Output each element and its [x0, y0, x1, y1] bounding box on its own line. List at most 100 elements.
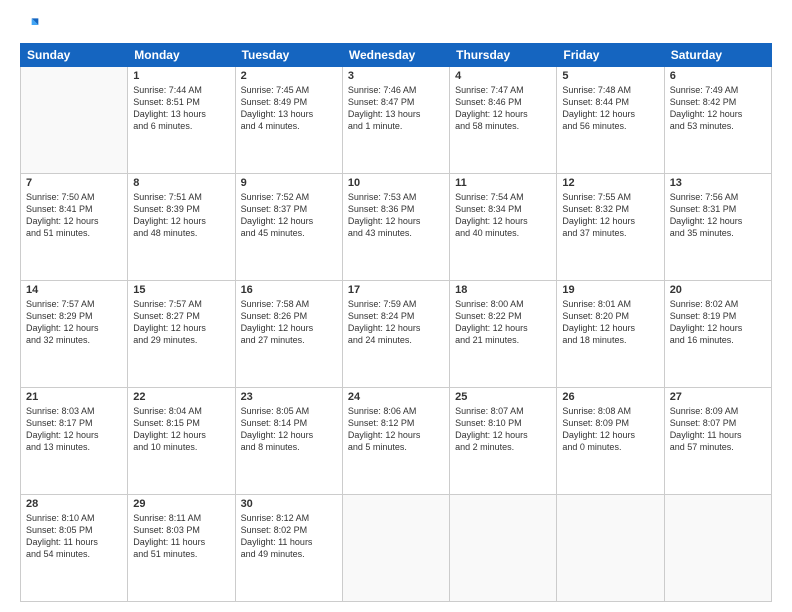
- cell-info: Sunrise: 8:04 AM Sunset: 8:15 PM Dayligh…: [133, 405, 229, 454]
- day-number: 18: [455, 284, 551, 296]
- cell-info: Sunrise: 8:12 AM Sunset: 8:02 PM Dayligh…: [241, 512, 337, 561]
- cell-info: Sunrise: 7:44 AM Sunset: 8:51 PM Dayligh…: [133, 84, 229, 133]
- calendar-header-thursday: Thursday: [450, 44, 557, 67]
- calendar-cell: 14Sunrise: 7:57 AM Sunset: 8:29 PM Dayli…: [21, 281, 128, 388]
- calendar-cell: 9 Sunrise: 7:52 AM Sunset: 8:37 PM Daylig…: [235, 174, 342, 281]
- calendar-cell: 30 Sunrise: 8:12 AM Sunset: 8:02 PM Dayli…: [235, 495, 342, 602]
- header: [20, 15, 772, 35]
- day-number: 25: [455, 391, 551, 403]
- cell-info: Sunrise: 7:56 AM Sunset: 8:31 PM Dayligh…: [670, 191, 766, 240]
- calendar-cell: [21, 67, 128, 174]
- day-number: 22: [133, 391, 229, 403]
- cell-info: Sunrise: 7:53 AM Sunset: 8:36 PM Dayligh…: [348, 191, 444, 240]
- cell-info: Sunrise: 7:57 AM Sunset: 8:27 PM Dayligh…: [133, 298, 229, 347]
- calendar-cell: 25 Sunrise: 8:07 AM Sunset: 8:10 PM Dayli…: [450, 388, 557, 495]
- cell-info: Sunrise: 8:09 AM Sunset: 8:07 PM Dayligh…: [670, 405, 766, 454]
- day-number: 1: [133, 70, 229, 82]
- day-number: 28: [26, 498, 122, 510]
- cell-info: Sunrise: 8:02 AM Sunset: 8:19 PM Dayligh…: [670, 298, 766, 347]
- calendar-cell: 8 Sunrise: 7:51 AM Sunset: 8:39 PM Daylig…: [128, 174, 235, 281]
- logo-icon: [20, 15, 40, 35]
- day-number: 23: [241, 391, 337, 403]
- calendar-week-row: 1 Sunrise: 7:44 AM Sunset: 8:51 PM Daylig…: [21, 67, 772, 174]
- cell-info: Sunrise: 7:46 AM Sunset: 8:47 PM Dayligh…: [348, 84, 444, 133]
- cell-info: Sunrise: 8:08 AM Sunset: 8:09 PM Dayligh…: [562, 405, 658, 454]
- calendar-week-row: 14Sunrise: 7:57 AM Sunset: 8:29 PM Dayli…: [21, 281, 772, 388]
- cell-info: Sunrise: 7:45 AM Sunset: 8:49 PM Dayligh…: [241, 84, 337, 133]
- cell-info: Sunrise: 8:06 AM Sunset: 8:12 PM Dayligh…: [348, 405, 444, 454]
- calendar-week-row: 21Sunrise: 8:03 AM Sunset: 8:17 PM Dayli…: [21, 388, 772, 495]
- calendar-cell: 18 Sunrise: 8:00 AM Sunset: 8:22 PM Dayli…: [450, 281, 557, 388]
- cell-info: Sunrise: 8:05 AM Sunset: 8:14 PM Dayligh…: [241, 405, 337, 454]
- day-number: 17: [348, 284, 444, 296]
- day-number: 5: [562, 70, 658, 82]
- calendar-header-saturday: Saturday: [664, 44, 771, 67]
- calendar-cell: 28 Sunrise: 8:10 AM Sunset: 8:05 PM Dayli…: [21, 495, 128, 602]
- calendar-cell: 21Sunrise: 8:03 AM Sunset: 8:17 PM Dayli…: [21, 388, 128, 495]
- calendar-cell: 22 Sunrise: 8:04 AM Sunset: 8:15 PM Dayli…: [128, 388, 235, 495]
- day-number: 11: [455, 177, 551, 189]
- cell-info: Sunrise: 7:47 AM Sunset: 8:46 PM Dayligh…: [455, 84, 551, 133]
- calendar-header-row: SundayMondayTuesdayWednesdayThursdayFrid…: [21, 44, 772, 67]
- calendar-week-row: 28 Sunrise: 8:10 AM Sunset: 8:05 PM Dayli…: [21, 495, 772, 602]
- cell-info: Sunrise: 8:01 AM Sunset: 8:20 PM Dayligh…: [562, 298, 658, 347]
- day-number: 30: [241, 498, 337, 510]
- cell-info: Sunrise: 7:49 AM Sunset: 8:42 PM Dayligh…: [670, 84, 766, 133]
- calendar-header-tuesday: Tuesday: [235, 44, 342, 67]
- calendar-cell: 4 Sunrise: 7:47 AM Sunset: 8:46 PM Daylig…: [450, 67, 557, 174]
- day-number: 16: [241, 284, 337, 296]
- calendar-cell: 20 Sunrise: 8:02 AM Sunset: 8:19 PM Dayli…: [664, 281, 771, 388]
- calendar-cell: 26 Sunrise: 8:08 AM Sunset: 8:09 PM Dayli…: [557, 388, 664, 495]
- day-number: 15: [133, 284, 229, 296]
- calendar-header-wednesday: Wednesday: [342, 44, 449, 67]
- calendar-header-sunday: Sunday: [21, 44, 128, 67]
- calendar-cell: 15 Sunrise: 7:57 AM Sunset: 8:27 PM Dayli…: [128, 281, 235, 388]
- day-number: 24: [348, 391, 444, 403]
- day-number: 10: [348, 177, 444, 189]
- calendar-cell: 2 Sunrise: 7:45 AM Sunset: 8:49 PM Daylig…: [235, 67, 342, 174]
- cell-info: Sunrise: 8:00 AM Sunset: 8:22 PM Dayligh…: [455, 298, 551, 347]
- day-number: 2: [241, 70, 337, 82]
- page: SundayMondayTuesdayWednesdayThursdayFrid…: [0, 0, 792, 612]
- day-number: 26: [562, 391, 658, 403]
- day-number: 6: [670, 70, 766, 82]
- calendar-cell: [342, 495, 449, 602]
- calendar-cell: [450, 495, 557, 602]
- day-number: 3: [348, 70, 444, 82]
- day-number: 7: [26, 177, 122, 189]
- cell-info: Sunrise: 8:10 AM Sunset: 8:05 PM Dayligh…: [26, 512, 122, 561]
- calendar-cell: 11Sunrise: 7:54 AM Sunset: 8:34 PM Dayli…: [450, 174, 557, 281]
- calendar-header-friday: Friday: [557, 44, 664, 67]
- logo: [20, 15, 44, 35]
- calendar-cell: 17 Sunrise: 7:59 AM Sunset: 8:24 PM Dayli…: [342, 281, 449, 388]
- calendar-table: SundayMondayTuesdayWednesdayThursdayFrid…: [20, 43, 772, 602]
- day-number: 21: [26, 391, 122, 403]
- cell-info: Sunrise: 8:11 AM Sunset: 8:03 PM Dayligh…: [133, 512, 229, 561]
- calendar-cell: 19Sunrise: 8:01 AM Sunset: 8:20 PM Dayli…: [557, 281, 664, 388]
- calendar-cell: 29 Sunrise: 8:11 AM Sunset: 8:03 PM Dayli…: [128, 495, 235, 602]
- calendar-cell: 23 Sunrise: 8:05 AM Sunset: 8:14 PM Dayli…: [235, 388, 342, 495]
- cell-info: Sunrise: 7:50 AM Sunset: 8:41 PM Dayligh…: [26, 191, 122, 240]
- day-number: 9: [241, 177, 337, 189]
- day-number: 4: [455, 70, 551, 82]
- cell-info: Sunrise: 7:57 AM Sunset: 8:29 PM Dayligh…: [26, 298, 122, 347]
- day-number: 20: [670, 284, 766, 296]
- day-number: 8: [133, 177, 229, 189]
- calendar-cell: [557, 495, 664, 602]
- calendar-cell: 12Sunrise: 7:55 AM Sunset: 8:32 PM Dayli…: [557, 174, 664, 281]
- cell-info: Sunrise: 8:07 AM Sunset: 8:10 PM Dayligh…: [455, 405, 551, 454]
- cell-info: Sunrise: 7:51 AM Sunset: 8:39 PM Dayligh…: [133, 191, 229, 240]
- cell-info: Sunrise: 7:58 AM Sunset: 8:26 PM Dayligh…: [241, 298, 337, 347]
- day-number: 12: [562, 177, 658, 189]
- calendar-cell: 10 Sunrise: 7:53 AM Sunset: 8:36 PM Dayli…: [342, 174, 449, 281]
- calendar-cell: 7 Sunrise: 7:50 AM Sunset: 8:41 PM Daylig…: [21, 174, 128, 281]
- calendar-cell: 1 Sunrise: 7:44 AM Sunset: 8:51 PM Daylig…: [128, 67, 235, 174]
- cell-info: Sunrise: 7:52 AM Sunset: 8:37 PM Dayligh…: [241, 191, 337, 240]
- day-number: 13: [670, 177, 766, 189]
- cell-info: Sunrise: 7:48 AM Sunset: 8:44 PM Dayligh…: [562, 84, 658, 133]
- calendar-cell: [664, 495, 771, 602]
- day-number: 29: [133, 498, 229, 510]
- cell-info: Sunrise: 7:59 AM Sunset: 8:24 PM Dayligh…: [348, 298, 444, 347]
- calendar-cell: 5 Sunrise: 7:48 AM Sunset: 8:44 PM Daylig…: [557, 67, 664, 174]
- day-number: 27: [670, 391, 766, 403]
